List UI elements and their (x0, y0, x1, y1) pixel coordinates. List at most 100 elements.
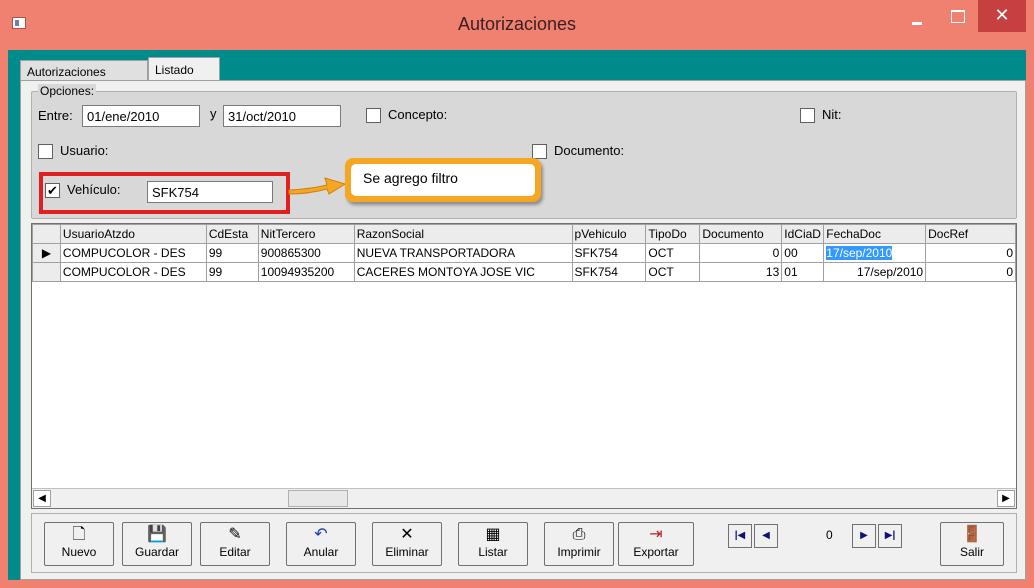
y-label: y (210, 106, 217, 121)
documento-checkbox[interactable] (532, 144, 547, 159)
calendar-list-icon: ▦ (485, 526, 501, 543)
col-header-docref[interactable]: DocRef (925, 224, 1016, 244)
horizontal-scrollbar[interactable]: ◀ ▶ (32, 488, 1016, 508)
cell-documento[interactable]: 13 (699, 262, 783, 282)
callout-text: Se agrego filtro (351, 164, 535, 196)
salir-button[interactable]: 🚪 Salir (940, 522, 1004, 566)
nit-checkbox[interactable] (800, 108, 815, 123)
row-selector[interactable] (32, 262, 61, 282)
tab-autorizaciones[interactable]: Autorizaciones (20, 60, 148, 81)
tab-listado[interactable]: Listado (148, 57, 220, 81)
nuevo-button[interactable]: 🗋 Nuevo (44, 522, 114, 566)
save-icon: 💾 (147, 526, 167, 543)
vehiculo-checkbox[interactable]: ✔ (45, 183, 60, 198)
scroll-left-icon[interactable]: ◀ (33, 490, 51, 507)
first-record-icon[interactable]: |◀ (728, 524, 752, 548)
vehiculo-label: Vehículo: (67, 182, 121, 197)
vehiculo-field[interactable]: SFK754 (147, 181, 273, 203)
nit-label: Nit: (822, 107, 842, 122)
col-header-pvehiculo[interactable]: pVehiculo (571, 224, 647, 244)
cell-tipo[interactable]: OCT (645, 243, 701, 263)
cell-vehiculo[interactable]: SFK754 (571, 262, 647, 282)
cell-nit[interactable]: 10094935200 (257, 262, 355, 282)
table-row[interactable]: COMPUCOLOR - DES 99 10094935200 CACERES … (32, 262, 1016, 282)
options-legend: Opciones: (38, 84, 97, 98)
next-record-icon[interactable]: ▶ (852, 524, 876, 548)
usuario-checkbox[interactable] (38, 144, 53, 159)
entre-label: Entre: (38, 108, 73, 123)
close-button[interactable]: ✕ (978, 0, 1026, 32)
new-document-icon: 🗋 (72, 526, 86, 543)
cell-usuario[interactable]: COMPUCOLOR - DES (59, 262, 207, 282)
cell-fecha-selected[interactable]: 17/sep/2010 (823, 243, 927, 263)
imprimir-label: Imprimir (557, 545, 601, 559)
col-header-fechadoc[interactable]: FechaDoc (823, 224, 927, 244)
cell-cdesta[interactable]: 99 (205, 262, 259, 282)
printer-icon: ⎙ (572, 526, 586, 543)
client-area: Autorizaciones Listado Opciones: Entre: … (8, 50, 1026, 580)
guardar-label: Guardar (134, 545, 180, 559)
cell-idcia[interactable]: 01 (781, 262, 825, 282)
exportar-button[interactable]: ⇥ Exportar (618, 522, 694, 566)
undo-icon: ↶ (314, 526, 328, 543)
window-title: Autorizaciones (457, 14, 577, 34)
cell-cdesta[interactable]: 99 (205, 243, 259, 263)
cell-tipo[interactable]: OCT (645, 262, 701, 282)
anular-label: Anular (303, 545, 339, 559)
cell-documento[interactable]: 0 (699, 243, 783, 263)
usuario-label: Usuario: (60, 143, 109, 158)
title-bar[interactable]: Autorizaciones ✕ (0, 0, 1034, 50)
data-grid[interactable]: UsuarioAtzdo CdEsta NitTercero RazonSoci… (31, 223, 1017, 509)
callout-box: Se agrego filtro (345, 158, 541, 202)
edit-icon: ✎ (228, 526, 242, 543)
minimize-button[interactable] (900, 0, 934, 32)
bottom-toolbar: 🗋 Nuevo 💾 Guardar ✎ Editar ↶ Anular ✕ El… (31, 513, 1017, 573)
anular-button[interactable]: ↶ Anular (286, 522, 356, 566)
row-pointer-icon[interactable]: ▶ (32, 243, 61, 263)
col-header-nittercero[interactable]: NitTercero (257, 224, 355, 244)
from-date-field[interactable]: 01/ene/2010 (82, 105, 200, 127)
exit-door-icon: 🚪 (962, 526, 982, 543)
listar-button[interactable]: ▦ Listar (458, 522, 528, 566)
callout-arrow-icon (288, 177, 347, 195)
imprimir-button[interactable]: ⎙ Imprimir (544, 522, 614, 566)
col-header-idciad[interactable]: IdCiaD (781, 224, 825, 244)
guardar-button[interactable]: 💾 Guardar (122, 522, 192, 566)
eliminar-button[interactable]: ✕ Eliminar (372, 522, 442, 566)
col-header-usuarioatzdo[interactable]: UsuarioAtzdo (59, 224, 207, 244)
cell-fecha[interactable]: 17/sep/2010 (823, 262, 927, 282)
grid-table: UsuarioAtzdo CdEsta NitTercero RazonSoci… (32, 224, 1016, 282)
cell-razon[interactable]: NUEVA TRANSPORTADORA (353, 243, 573, 263)
maximize-button[interactable] (940, 0, 974, 32)
col-header-cdesta[interactable]: CdEsta (205, 224, 259, 244)
scroll-right-icon[interactable]: ▶ (997, 490, 1015, 507)
col-header-tipodo[interactable]: TipoDo (645, 224, 701, 244)
main-window: Autorizaciones ✕ Autorizaciones Listado … (0, 0, 1034, 588)
documento-label: Documento: (554, 143, 625, 158)
table-row[interactable]: ▶ COMPUCOLOR - DES 99 900865300 NUEVA TR… (32, 243, 1016, 263)
col-header-razonsocial[interactable]: RazonSocial (353, 224, 573, 244)
last-record-icon[interactable]: ▶| (878, 524, 902, 548)
cell-razon[interactable]: CACERES MONTOYA JOSE VIC (353, 262, 573, 282)
delete-x-icon: ✕ (400, 526, 414, 543)
editar-button[interactable]: ✎ Editar (200, 522, 270, 566)
cell-usuario[interactable]: COMPUCOLOR - DES (59, 243, 207, 263)
selected-fecha-text: 17/sep/2010 (826, 246, 893, 260)
scroll-thumb[interactable] (288, 490, 348, 507)
cell-vehiculo[interactable]: SFK754 (571, 243, 647, 263)
cell-docref[interactable]: 0 (925, 243, 1016, 263)
eliminar-label: Eliminar (385, 545, 429, 559)
listado-page: Opciones: Entre: 01/ene/2010 y 31/oct/20… (20, 80, 1026, 580)
record-index: 0 (826, 528, 833, 542)
cell-idcia[interactable]: 00 (781, 243, 825, 263)
to-date-field[interactable]: 31/oct/2010 (223, 105, 341, 127)
cell-docref[interactable]: 0 (925, 262, 1016, 282)
vehiculo-filter-highlight: ✔ Vehículo: SFK754 (39, 172, 290, 214)
row-selector-header (32, 224, 61, 244)
editar-label: Editar (219, 545, 251, 559)
col-header-documento[interactable]: Documento (699, 224, 783, 244)
concepto-checkbox[interactable] (366, 108, 381, 123)
options-group: Opciones: Entre: 01/ene/2010 y 31/oct/20… (31, 84, 1017, 219)
prev-record-icon[interactable]: ◀ (754, 524, 778, 548)
cell-nit[interactable]: 900865300 (257, 243, 355, 263)
